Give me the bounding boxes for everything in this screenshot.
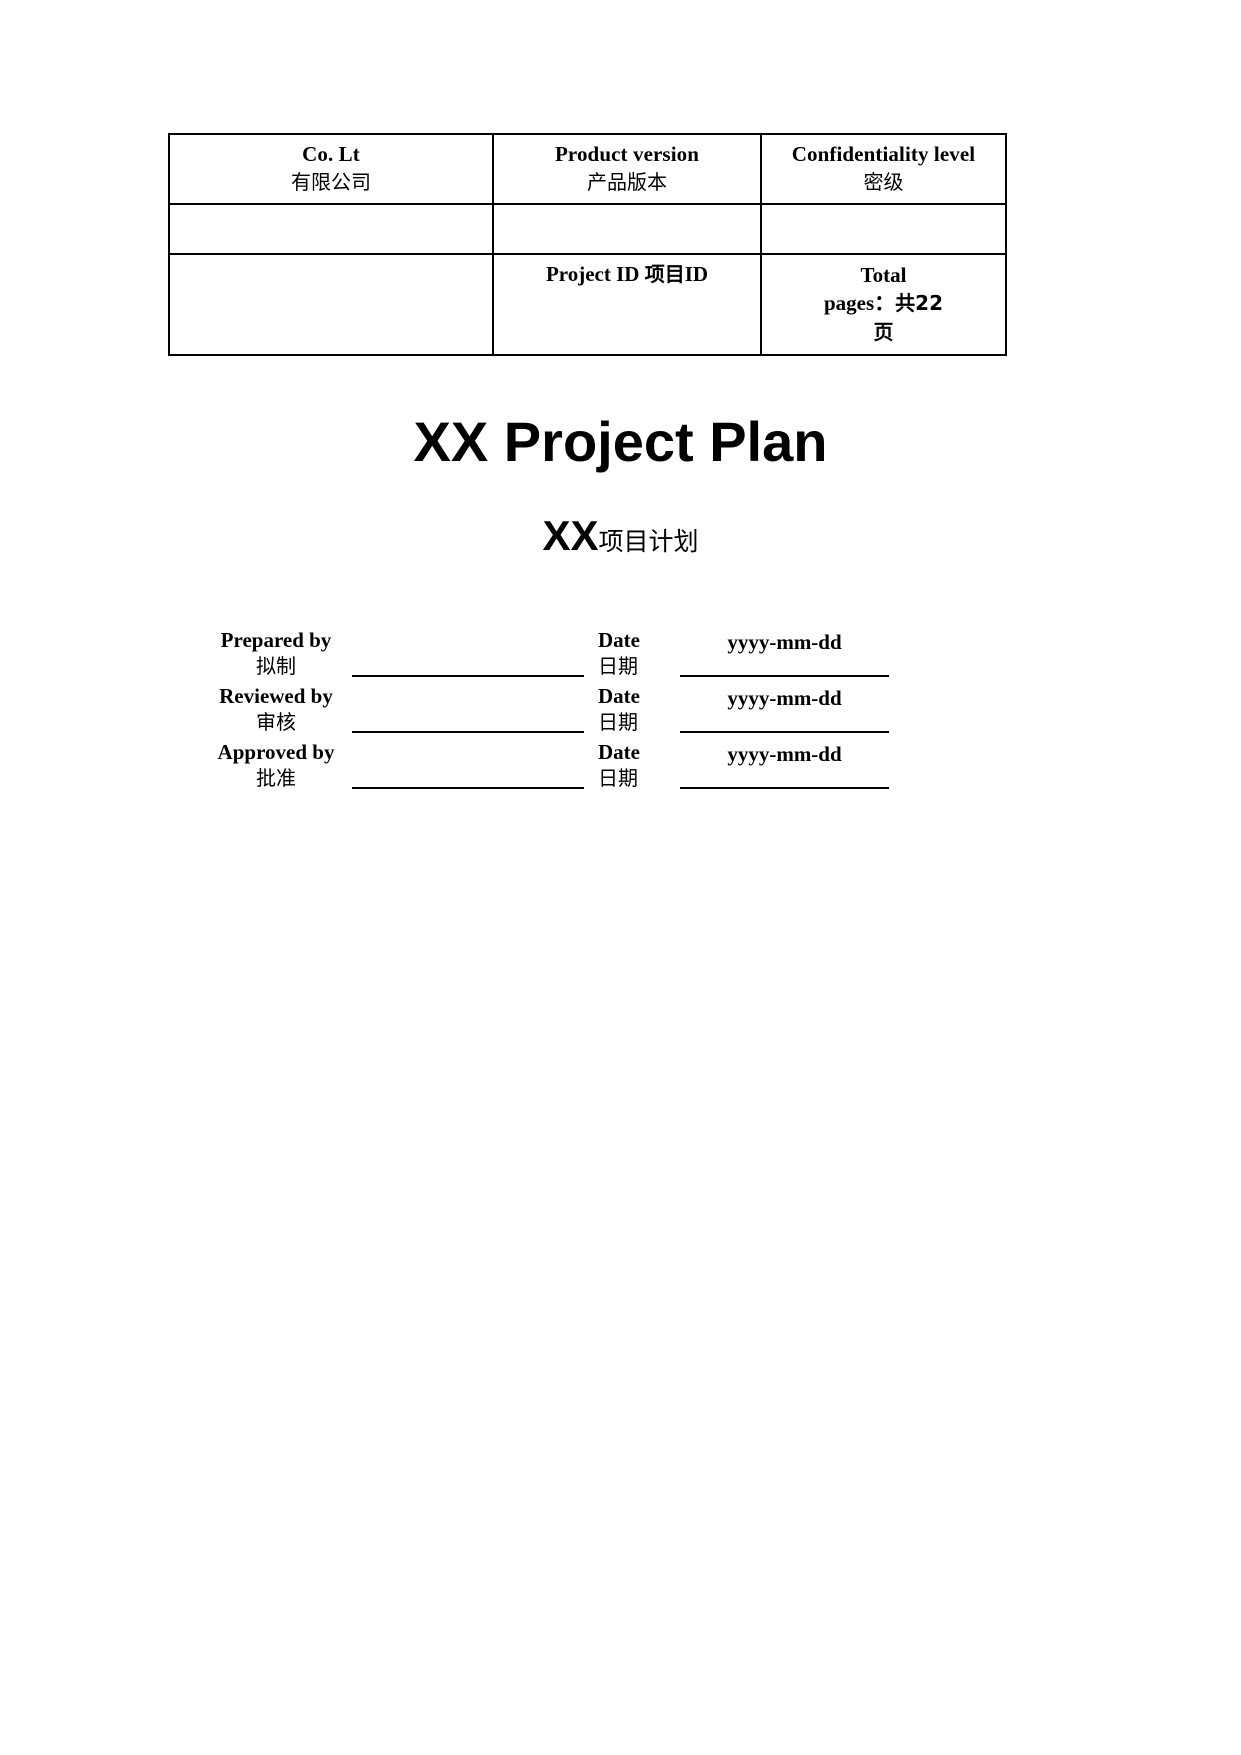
approved-by-label: Approved by 批准 (210, 740, 342, 790)
approved-date-value: yyyy-mm-dd (727, 742, 842, 766)
signature-row-prepared: Prepared by 拟制 Date 日期 yyyy-mm-dd (210, 628, 940, 684)
page-subtitle: XX项目计划 (0, 512, 1241, 560)
reviewed-by-signature-line (352, 731, 584, 733)
prepared-by-label-en: Prepared by (220, 628, 332, 652)
approved-date-label-en: Date (598, 740, 640, 764)
table-row-header: Co. Lt 有限公司 Product version 产品版本 Confide… (168, 132, 1007, 206)
approved-by-label-en: Approved by (217, 740, 335, 764)
prepared-date-value: yyyy-mm-dd (727, 630, 842, 654)
confidentiality-label-en: Confidentiality level (791, 142, 976, 166)
reviewed-date-label-cn: 日期 (598, 709, 638, 734)
page-subtitle-prefix: XX (542, 512, 599, 559)
company-label-en: Co. Lt (302, 142, 360, 166)
prepared-date-label-cn: 日期 (598, 653, 638, 678)
cell-company-value[interactable] (168, 203, 494, 256)
cell-product-version-value[interactable] (492, 203, 762, 256)
page-title: XX Project Plan (413, 410, 828, 473)
table-row-values (168, 203, 1007, 256)
signature-row-approved: Approved by 批准 Date 日期 yyyy-mm-dd (210, 740, 940, 796)
prepared-date-field[interactable]: yyyy-mm-dd (672, 628, 897, 684)
prepared-by-signature-line (352, 675, 584, 677)
total-pages-block: Total pages：共22 页 (766, 261, 1001, 346)
approved-by-signature-line (352, 787, 584, 789)
reviewed-by-label-en: Reviewed by (219, 684, 333, 708)
prepared-by-label: Prepared by 拟制 (210, 628, 342, 678)
project-id-label-cn: 项目 (644, 262, 685, 287)
prepared-by-label-cn: 拟制 (256, 653, 296, 678)
signature-block: Prepared by 拟制 Date 日期 yyyy-mm-dd Review… (210, 628, 940, 796)
document-page: Co. Lt 有限公司 Product version 产品版本 Confide… (0, 0, 1241, 1755)
company-label-cn: 有限公司 (291, 169, 371, 194)
reviewed-date-line (680, 731, 889, 733)
page-subtitle-cn: 项目计划 (598, 527, 699, 556)
total-pages-count: 共22 (895, 291, 944, 316)
cell-total-pages: Total pages：共22 页 (760, 253, 1007, 357)
total-pages-line2-en: pages： (823, 291, 896, 316)
prepared-by-signature-field[interactable] (342, 628, 594, 684)
reviewed-date-field[interactable]: yyyy-mm-dd (672, 684, 897, 740)
total-pages-unit: 页 (873, 319, 894, 344)
project-id-label-en: Project ID (545, 262, 645, 287)
project-id-label: Project ID 项目ID (498, 261, 756, 289)
approved-by-label-cn: 批准 (256, 765, 296, 790)
table-row-project: Project ID 项目ID Total pages：共22 页 (168, 253, 1007, 357)
reviewed-by-signature-field[interactable] (342, 684, 594, 740)
prepared-date-label-en: Date (598, 628, 640, 652)
project-id-label-suffix: ID (684, 262, 709, 287)
cell-project-id: Project ID 项目ID (492, 253, 762, 357)
reviewed-date-label-en: Date (598, 684, 640, 708)
reviewed-by-label: Reviewed by 审核 (210, 684, 342, 734)
reviewed-date-value: yyyy-mm-dd (727, 686, 842, 710)
cell-confidentiality-value[interactable] (760, 203, 1007, 256)
cell-product-version: Product version 产品版本 (492, 132, 762, 206)
approved-date-label: Date 日期 (594, 740, 672, 790)
approved-date-label-cn: 日期 (598, 765, 638, 790)
approved-by-signature-field[interactable] (342, 740, 594, 796)
approved-date-field[interactable]: yyyy-mm-dd (672, 740, 897, 796)
product-version-label-en: Product version (554, 142, 700, 166)
document-header-table: Co. Lt 有限公司 Product version 产品版本 Confide… (168, 132, 1007, 357)
cell-company: Co. Lt 有限公司 (168, 132, 494, 206)
total-pages-line1: Total (860, 263, 907, 288)
prepared-date-label: Date 日期 (594, 628, 672, 678)
prepared-date-line (680, 675, 889, 677)
confidentiality-label-cn: 密级 (863, 169, 904, 194)
cell-empty-left[interactable] (168, 253, 494, 357)
signature-row-reviewed: Reviewed by 审核 Date 日期 yyyy-mm-dd (210, 684, 940, 740)
reviewed-by-label-cn: 审核 (256, 709, 296, 734)
cell-confidentiality: Confidentiality level 密级 (760, 132, 1007, 206)
approved-date-line (680, 787, 889, 789)
product-version-label-cn: 产品版本 (587, 169, 667, 194)
reviewed-date-label: Date 日期 (594, 684, 672, 734)
